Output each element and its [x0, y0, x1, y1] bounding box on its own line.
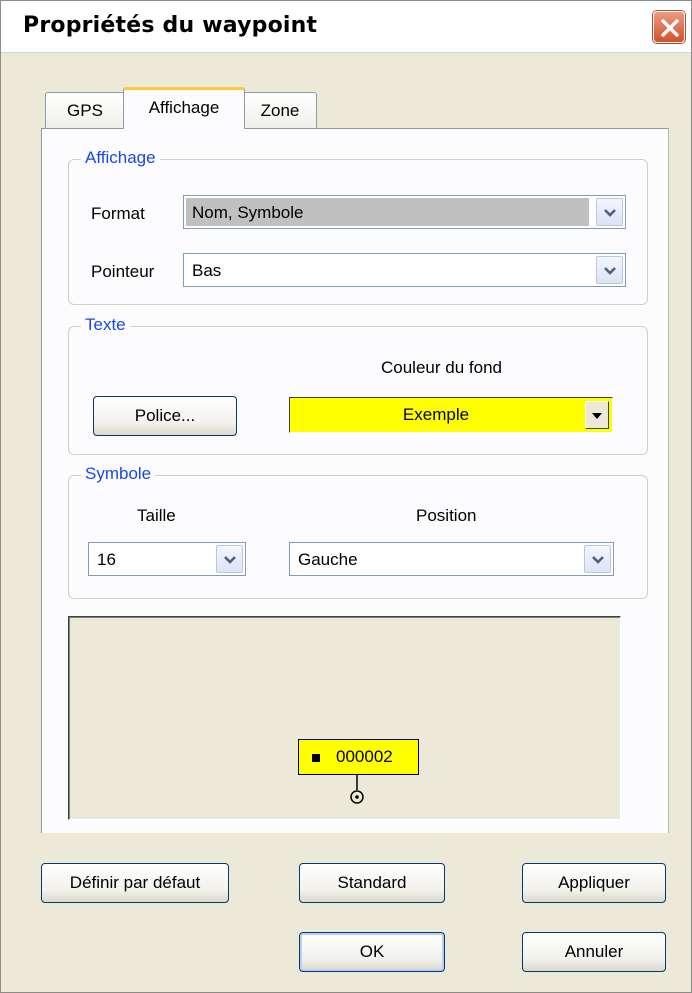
standard-button[interactable]: Standard [299, 863, 445, 903]
taille-select[interactable]: 16 [88, 542, 246, 576]
format-value: Nom, Symbole [192, 203, 304, 222]
affichage-legend: Affichage [81, 148, 160, 168]
tab-zone[interactable]: Zone [243, 92, 317, 128]
position-dropdown-button[interactable] [584, 545, 611, 573]
position-value: Gauche [298, 550, 358, 569]
triangle-down-icon [592, 413, 602, 419]
police-button[interactable]: Police... [93, 396, 237, 436]
police-button-label: Police... [134, 406, 196, 425]
color-sample-text: Exemple [402, 405, 470, 424]
window-title: Propriétés du waypoint [23, 13, 318, 38]
cancel-label: Annuler [564, 942, 624, 961]
apply-label: Appliquer [558, 873, 630, 892]
tab-zone-label: Zone [260, 101, 300, 120]
pointeur-select[interactable]: Bas [183, 253, 626, 287]
position-select[interactable]: Gauche [289, 542, 614, 576]
taille-label: Taille [137, 506, 176, 525]
waypoint-label-box: 000002 [298, 739, 419, 775]
chevron-down-icon [604, 209, 616, 217]
waypoint-symbol-icon [312, 754, 320, 762]
waypoint-name: 000002 [336, 747, 393, 766]
symbole-legend: Symbole [81, 464, 156, 484]
ok-label: OK [359, 942, 385, 961]
chevron-down-icon [224, 556, 236, 564]
pointeur-label: Pointeur [91, 262, 155, 281]
tab-affichage-label: Affichage [148, 98, 220, 117]
set-default-button[interactable]: Définir par défaut [41, 863, 229, 903]
symbole-groupbox: Symbole [68, 464, 648, 599]
apply-button[interactable]: Appliquer [522, 863, 666, 903]
close-button[interactable] [653, 11, 685, 43]
format-select[interactable]: Nom, Symbole [183, 195, 626, 229]
format-label: Format [91, 204, 145, 223]
tab-gps[interactable]: GPS [45, 92, 125, 128]
chevron-down-icon [604, 267, 616, 275]
couleur-fond-label: Couleur du fond [381, 358, 502, 377]
waypoint-preview: 000002 [68, 616, 621, 820]
standard-label: Standard [337, 873, 407, 892]
background-color-select[interactable]: Exemple [289, 397, 613, 433]
waypoint-properties-dialog: Propriétés du waypoint GPS Affichage Zon… [0, 0, 692, 993]
title-bar[interactable]: Propriétés du waypoint [1, 1, 691, 53]
tab-gps-label: GPS [67, 101, 103, 120]
taille-dropdown-button[interactable] [216, 545, 243, 573]
ok-button[interactable]: OK [299, 932, 445, 972]
waypoint-pointer-icon [350, 774, 364, 804]
color-dropdown-button[interactable] [585, 401, 609, 429]
pointeur-value: Bas [192, 261, 222, 280]
chevron-down-icon [592, 556, 604, 564]
texte-legend: Texte [81, 315, 130, 335]
cancel-button[interactable]: Annuler [522, 932, 666, 972]
pointeur-dropdown-button[interactable] [596, 256, 623, 284]
set-default-label: Définir par défaut [69, 873, 201, 892]
close-icon [661, 19, 679, 37]
tab-affichage[interactable]: Affichage [123, 87, 245, 129]
format-dropdown-button[interactable] [596, 198, 623, 226]
taille-value: 16 [97, 550, 116, 569]
position-label: Position [416, 506, 477, 525]
